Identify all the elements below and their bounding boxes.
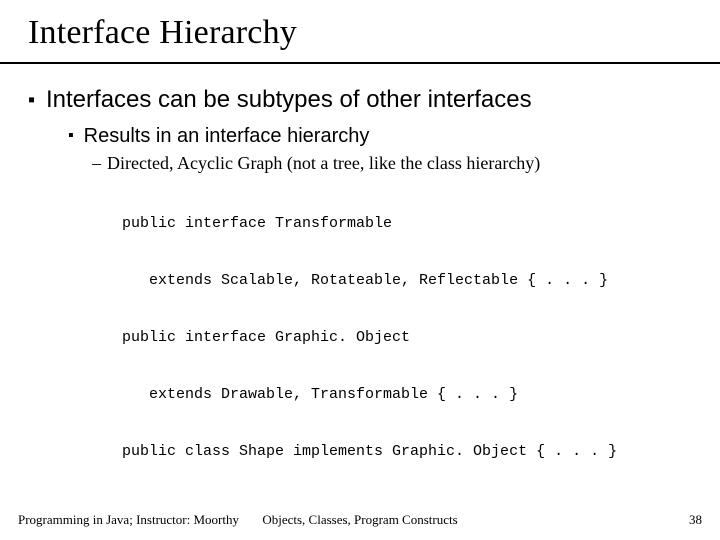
dash-icon: – — [92, 152, 101, 174]
code-block: public interface Transformable extends S… — [122, 176, 696, 499]
slide-body: ▪ Interfaces can be subtypes of other in… — [0, 64, 720, 499]
bullet-text: Directed, Acyclic Graph (not a tree, lik… — [107, 152, 540, 174]
bullet-level-1: ▪ Interfaces can be subtypes of other in… — [24, 86, 696, 114]
footer-center: Objects, Classes, Program Constructs — [262, 512, 457, 528]
bullet-text: Interfaces can be subtypes of other inte… — [46, 86, 532, 114]
code-line: extends Drawable, Transformable { . . . … — [122, 385, 696, 404]
code-line: public interface Transformable — [122, 214, 696, 233]
code-line: extends Scalable, Rotateable, Reflectabl… — [122, 271, 696, 290]
footer-page-number: 38 — [689, 512, 702, 528]
square-bullet-icon: ▪ — [24, 86, 32, 114]
square-bullet-icon: ▪ — [68, 124, 74, 148]
code-line: public class Shape implements Graphic. O… — [122, 442, 696, 461]
slide-footer: Programming in Java; Instructor: Moorthy… — [0, 512, 720, 528]
slide-title: Interface Hierarchy — [28, 14, 720, 52]
code-line: public interface Graphic. Object — [122, 328, 696, 347]
bullet-level-2: ▪ Results in an interface hierarchy — [68, 124, 696, 148]
bullet-text: Results in an interface hierarchy — [84, 124, 370, 148]
footer-left: Programming in Java; Instructor: Moorthy — [18, 512, 239, 528]
bullet-level-3: – Directed, Acyclic Graph (not a tree, l… — [92, 152, 696, 174]
